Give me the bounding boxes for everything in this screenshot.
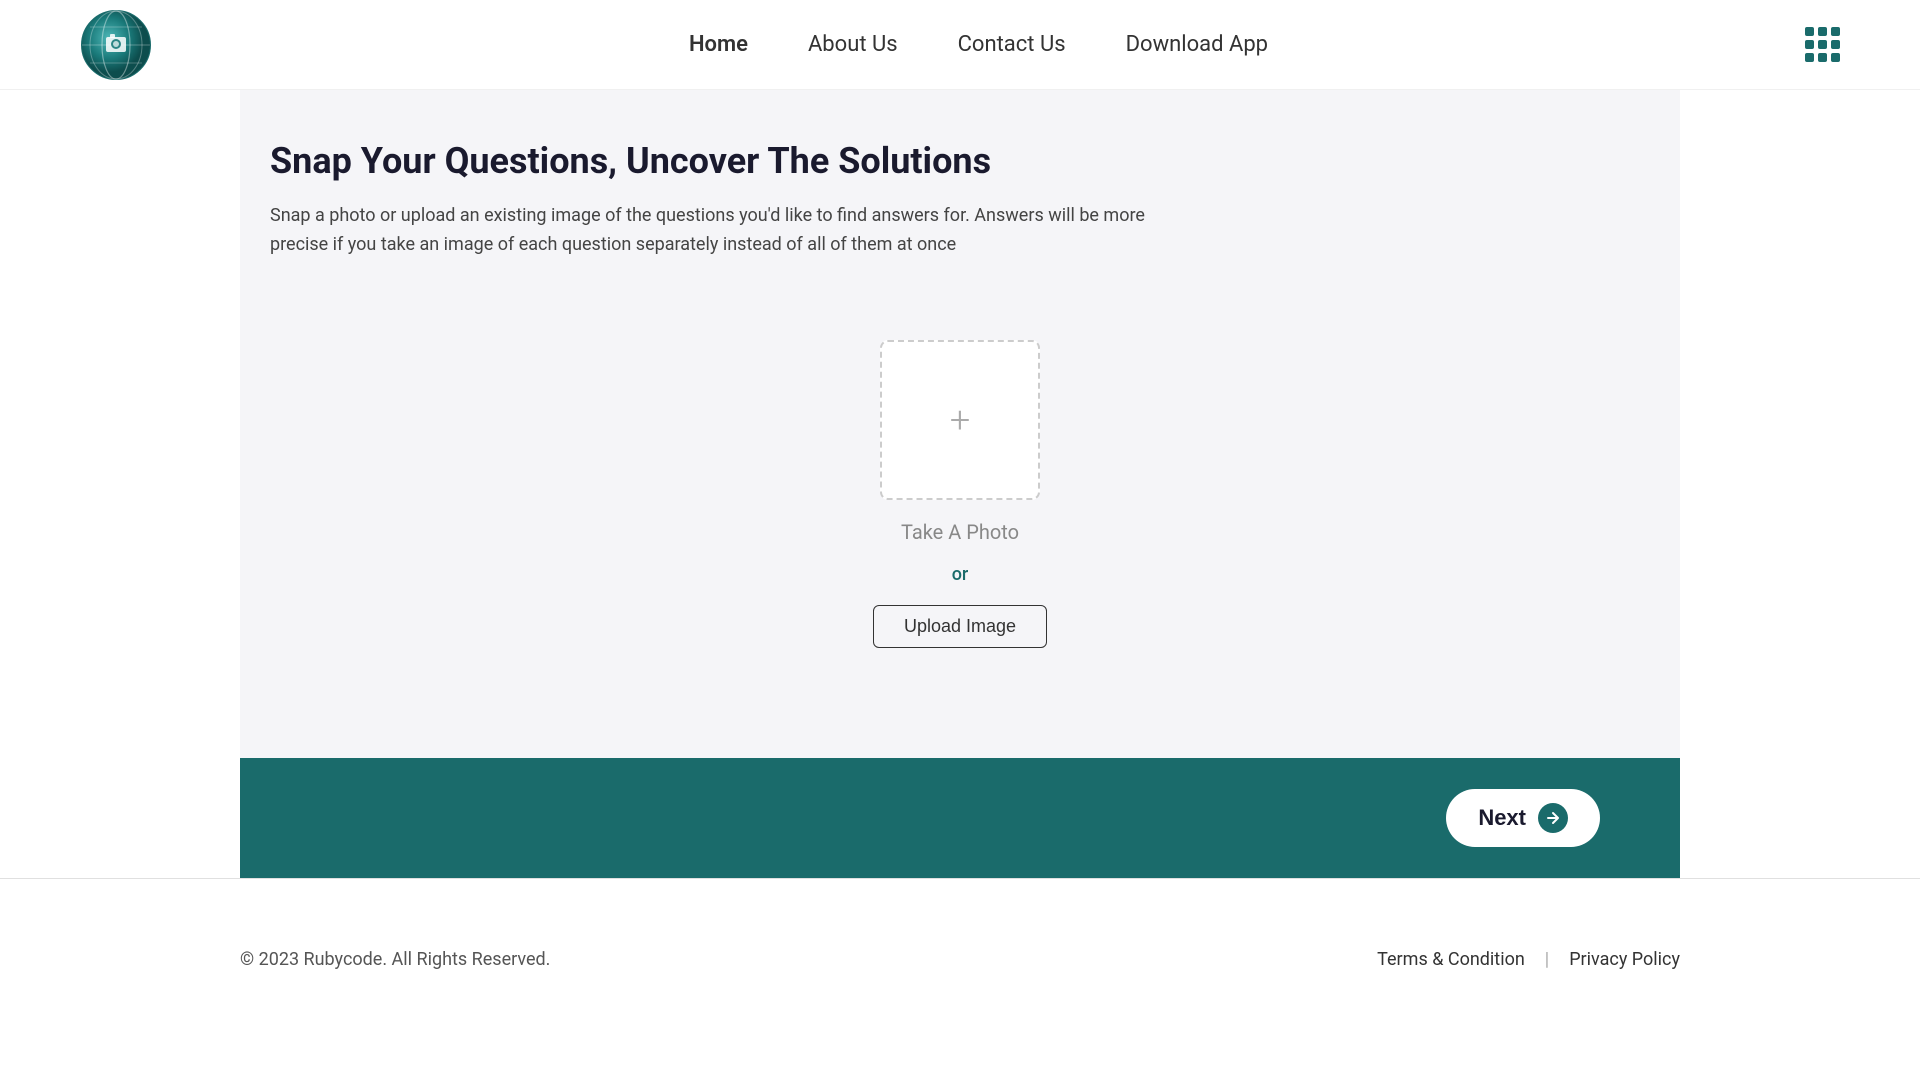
apps-grid-icon[interactable] (1805, 27, 1840, 62)
page-description: Snap a photo or upload an existing image… (270, 202, 1170, 260)
page-title: Snap Your Questions, Uncover The Solutio… (270, 140, 1650, 182)
nav-home[interactable]: Home (689, 32, 748, 57)
nav-about[interactable]: About Us (808, 32, 898, 57)
upload-image-button[interactable]: Upload Image (873, 605, 1047, 648)
footer-banner: Next (240, 758, 1680, 878)
plus-icon: + (950, 402, 970, 438)
nav-contact[interactable]: Contact Us (958, 32, 1066, 57)
next-button[interactable]: Next (1446, 789, 1600, 847)
footer-divider (0, 878, 1920, 879)
header: Home About Us Contact Us Download App (0, 0, 1920, 90)
photo-capture-box[interactable]: + (880, 340, 1040, 500)
bottom-footer: © 2023 Rubycode. All Rights Reserved. Te… (0, 909, 1920, 1010)
or-separator: or (952, 564, 969, 585)
navigation: Home About Us Contact Us Download App (689, 32, 1268, 57)
footer-links: Terms & Condition | Privacy Policy (1377, 949, 1680, 970)
footer-link-divider: | (1545, 949, 1549, 970)
upload-area: + Take A Photo or Upload Image (270, 310, 1650, 678)
terms-link[interactable]: Terms & Condition (1377, 949, 1525, 970)
copyright-text: © 2023 Rubycode. All Rights Reserved. (240, 949, 550, 970)
nav-download[interactable]: Download App (1126, 32, 1268, 57)
logo[interactable] (80, 9, 152, 81)
next-label: Next (1478, 805, 1526, 831)
next-arrow-icon (1538, 803, 1568, 833)
take-photo-label: Take A Photo (901, 520, 1019, 544)
main-content: Snap Your Questions, Uncover The Solutio… (240, 90, 1680, 758)
logo-icon (80, 9, 152, 81)
privacy-link[interactable]: Privacy Policy (1569, 949, 1680, 970)
